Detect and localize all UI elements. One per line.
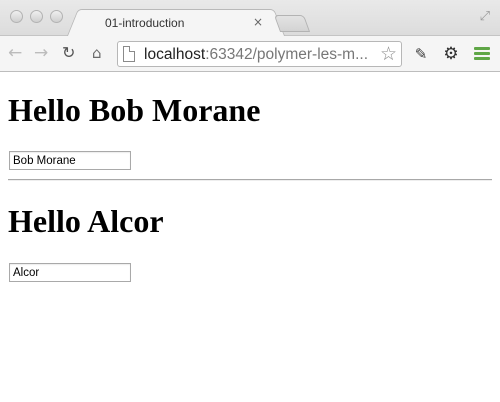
greeting-heading: Hello Bob Morane xyxy=(8,92,261,128)
maximize-window-button[interactable] xyxy=(50,10,63,23)
tab-strip: 01-introduction × ⤢ xyxy=(0,0,500,37)
hamburger-menu-icon[interactable] xyxy=(472,44,492,64)
url-host: localhost xyxy=(144,46,206,63)
minimize-window-button[interactable] xyxy=(30,10,43,23)
url-text[interactable]: localhost:63342/polymer-les-m... xyxy=(144,45,376,65)
evernote-icon[interactable]: ✎ xyxy=(411,44,431,64)
home-icon[interactable]: ⌂ xyxy=(92,43,102,63)
fullscreen-icon[interactable]: ⤢ xyxy=(480,9,490,24)
reload-icon[interactable]: ↻ xyxy=(62,43,75,63)
back-arrow-icon[interactable]: ← xyxy=(8,43,22,63)
new-tab-button[interactable] xyxy=(273,15,311,32)
page-icon xyxy=(123,46,135,62)
horizontal-rule xyxy=(8,179,492,181)
name-input[interactable] xyxy=(9,151,131,170)
page-viewport: Hello Bob Morane Hello Alcor xyxy=(0,73,500,402)
name-input[interactable] xyxy=(9,263,131,282)
url-path: :63342/polymer-les-m... xyxy=(205,46,368,63)
menu-bar xyxy=(474,52,490,55)
bookmark-star-icon[interactable]: ☆ xyxy=(380,43,397,65)
menu-bar xyxy=(474,57,490,60)
gear-icon[interactable]: ⚙ xyxy=(441,44,461,64)
address-bar[interactable]: localhost:63342/polymer-les-m... ☆ xyxy=(117,41,402,67)
tab-title: 01-introduction xyxy=(105,16,185,30)
greeting-heading: Hello Alcor xyxy=(8,203,164,239)
close-window-button[interactable] xyxy=(10,10,23,23)
tab-01-introduction[interactable]: 01-introduction × xyxy=(78,9,274,37)
tab-close-icon[interactable]: × xyxy=(253,15,263,29)
menu-bar xyxy=(474,47,490,50)
forward-arrow-icon[interactable]: → xyxy=(34,43,48,63)
browser-toolbar: ← → ↻ ⌂ localhost:63342/polymer-les-m...… xyxy=(0,36,500,72)
